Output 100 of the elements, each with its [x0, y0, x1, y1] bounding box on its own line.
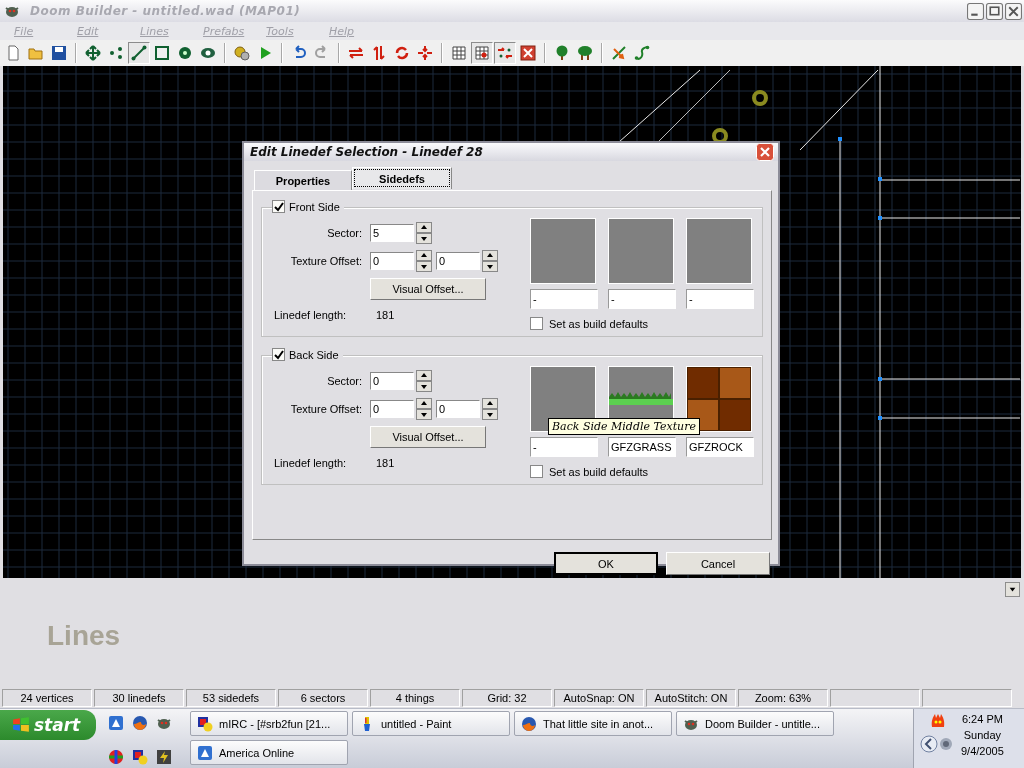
grid-icon: [474, 45, 490, 61]
pacman-block-icon: [197, 715, 213, 732]
status-cell: AutoStitch: ON: [646, 689, 736, 707]
spin-buttons[interactable]: [416, 222, 432, 244]
offset-y-field[interactable]: 0: [436, 400, 480, 418]
trees-icon: [577, 45, 593, 61]
linedef-length-label: Linedef length:: [273, 457, 348, 469]
horizontal-arrows-icon: [348, 45, 364, 61]
field-label: Texture Offset:: [289, 255, 362, 267]
toolbar-button[interactable]: [494, 42, 516, 64]
curve-line-icon: [634, 45, 650, 61]
spin-buttons[interactable]: [482, 398, 498, 420]
checkbox-label: Front Side: [289, 200, 340, 213]
chevron-left-icon[interactable]: [920, 735, 938, 753]
status-cell: 6 sectors: [278, 689, 368, 707]
taskbar-button[interactable]: That little site in anot...: [514, 711, 672, 736]
close-icon[interactable]: [1005, 2, 1022, 20]
status-cell: Zoom: 63%: [738, 689, 828, 707]
spin-buttons[interactable]: [416, 250, 432, 272]
thing-ring-marker: [752, 90, 768, 106]
globe-fox-icon[interactable]: [132, 715, 148, 731]
field-label: Sector:: [326, 227, 362, 239]
minimize-icon[interactable]: [967, 2, 984, 20]
toolbar-button[interactable]: [517, 42, 539, 64]
circle-icon: [177, 45, 193, 61]
linedef-length-value: 181: [376, 457, 395, 469]
checkbox-label: Set as build defaults: [549, 465, 649, 478]
status-cell: 4 things: [370, 689, 460, 707]
taskbar-button[interactable]: mIRC - [#srb2fun [21...: [190, 711, 348, 736]
pacman-block-icon[interactable]: [132, 748, 148, 765]
tree-icon: [554, 45, 570, 61]
visual-offset-button[interactable]: Visual Offset...: [370, 278, 486, 300]
texture-name-field[interactable]: -: [686, 289, 754, 309]
sector-field[interactable]: 5: [370, 224, 414, 242]
windows-flag-icon: [12, 716, 30, 734]
triangle-app-icon: [197, 744, 213, 761]
triangle-app-icon[interactable]: [108, 715, 124, 731]
status-cell: 30 linedefs: [94, 689, 184, 707]
taskbar-button[interactable]: untitled - Paint: [352, 711, 510, 736]
checkbox[interactable]: [272, 348, 285, 361]
dialog-button[interactable]: Cancel: [666, 552, 770, 575]
maximize-icon[interactable]: [986, 2, 1003, 20]
dots-icon: [108, 45, 124, 61]
cross-box-icon: [520, 45, 536, 61]
checkbox-label: Back Side: [289, 348, 339, 361]
clock-day: Sunday: [963, 729, 1002, 741]
line-icon: [131, 45, 147, 61]
spin-buttons[interactable]: [482, 250, 498, 272]
toolbar-button[interactable]: [128, 42, 150, 64]
field-label: Sector:: [326, 375, 362, 387]
status-cell: Grid: 32: [462, 689, 552, 707]
square-icon: [154, 45, 170, 61]
inward-arrows-icon: [417, 45, 433, 61]
clock-date: 9/4/2005: [961, 745, 1004, 757]
texture-name-field[interactable]: GFZGRASS: [608, 437, 676, 457]
spin-buttons[interactable]: [416, 370, 432, 392]
offset-x-field[interactable]: 0: [370, 400, 414, 418]
start-button[interactable]: start: [0, 710, 96, 740]
lightning-icon[interactable]: [156, 748, 172, 765]
dialog-button[interactable]: OK: [554, 552, 658, 575]
split-line-icon: [611, 45, 627, 61]
spin-buttons[interactable]: [416, 398, 432, 420]
offset-x-field[interactable]: 0: [370, 252, 414, 270]
tab[interactable]: Sidedefs: [352, 167, 452, 189]
texture-name-field[interactable]: GFZROCK: [686, 437, 754, 457]
checkbox[interactable]: [272, 200, 285, 213]
texture-name-field[interactable]: -: [530, 289, 598, 309]
sector-field[interactable]: 0: [370, 372, 414, 390]
tab[interactable]: Properties: [254, 170, 352, 190]
four-way-arrow-icon: [85, 45, 101, 61]
dialog-title: Edit Linedef Selection - Linedef 28: [250, 145, 484, 159]
taskbar-button[interactable]: America Online: [190, 740, 348, 765]
checkbox[interactable]: [530, 317, 543, 330]
gear-icon: [234, 45, 250, 61]
field-label: Texture Offset:: [289, 403, 362, 415]
flame-face-icon[interactable]: [929, 713, 946, 729]
speaker-icon[interactable]: [939, 736, 955, 752]
thing-ring-marker: [712, 128, 728, 144]
linedef-length-label: Linedef length:: [273, 309, 348, 321]
checkbox[interactable]: [530, 465, 543, 478]
grid-icon: [451, 45, 467, 61]
texture-name-field[interactable]: -: [608, 289, 676, 309]
vertical-arrows-icon: [371, 45, 387, 61]
status-cell: AutoSnap: ON: [554, 689, 644, 707]
folder-icon: [28, 45, 44, 61]
clock-time: 6:24 PM: [961, 713, 1003, 725]
texture-name-field[interactable]: -: [530, 437, 598, 457]
taskbar-button[interactable]: Doom Builder - untitle...: [676, 711, 834, 736]
globe-fox-icon: [521, 715, 537, 732]
eye-icon: [200, 45, 216, 61]
tooltip: Back Side Middle Texture: [548, 418, 700, 435]
linedef-length-value: 181: [376, 309, 395, 321]
visual-offset-button[interactable]: Visual Offset...: [370, 426, 486, 448]
new-file-icon: [5, 45, 21, 61]
rotate-arrows-icon: [394, 45, 410, 61]
offset-y-field[interactable]: 0: [436, 252, 480, 270]
toolbar-button[interactable]: [471, 42, 493, 64]
colorful-ball-icon[interactable]: [108, 748, 124, 765]
mode-title: Lines: [47, 620, 121, 652]
window-title: Doom Builder - untitled.wad (MAP01): [30, 4, 302, 18]
